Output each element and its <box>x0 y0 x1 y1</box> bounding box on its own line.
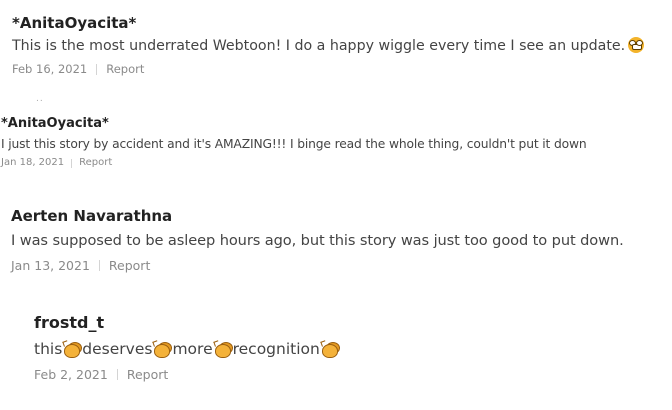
comment-word: deserves <box>82 340 153 359</box>
clapping-hands-icon <box>152 339 173 358</box>
meta-divider <box>71 158 73 168</box>
clapping-hands-icon <box>320 339 340 358</box>
comment-date: Feb 2, 2021 <box>34 366 108 382</box>
comment-meta: Jan 18, 2021 Report <box>1 157 669 169</box>
meta-divider <box>96 64 98 76</box>
comment-date: Feb 16, 2021 <box>12 62 88 77</box>
comment-meta: Feb 16, 2021 Report <box>12 62 664 77</box>
comment-text: this deserves more recognition <box>34 339 664 359</box>
report-link[interactable]: Report <box>109 258 150 273</box>
comment-author[interactable]: *AnitaOyacita* <box>12 14 664 32</box>
comment-item: frostd_t this deserves more recognition Feb… <box>34 313 664 382</box>
comment-item: *AnitaOyacita* I just this story by acci… <box>1 116 669 169</box>
separator-dots: .. <box>36 94 44 104</box>
comment-author[interactable]: Aerten Navarathna <box>11 207 669 225</box>
comment-date: Jan 18, 2021 <box>1 157 65 169</box>
comment-author[interactable]: frostd_t <box>34 313 664 332</box>
report-link[interactable]: Report <box>79 157 112 169</box>
comment-meta: Jan 13, 2021 Report <box>11 258 669 273</box>
comment-word: recognition <box>232 340 320 359</box>
comment-word: this <box>34 340 63 359</box>
comment-item: Aerten Navarathna I was supposed to be a… <box>11 207 669 273</box>
report-link[interactable]: Report <box>127 367 168 382</box>
report-link[interactable]: Report <box>106 62 144 77</box>
comment-date: Jan 13, 2021 <box>11 257 90 273</box>
comment-author[interactable]: *AnitaOyacita* <box>1 116 669 132</box>
clapping-hands-icon <box>62 339 83 358</box>
comment-word: more <box>172 340 213 359</box>
meta-divider <box>98 259 100 271</box>
comment-text-body: This is the most underrated Webtoon! I d… <box>12 38 626 54</box>
comment-meta: Feb 2, 2021 Report <box>34 367 664 382</box>
comment-text: I was supposed to be asleep hours ago, b… <box>11 232 624 249</box>
grimacing-face-icon <box>628 37 645 53</box>
comment-item: *AnitaOyacita* This is the most underrat… <box>12 14 664 77</box>
comment-text: I just this story by accident and it's A… <box>1 136 587 151</box>
comment-text: This is the most underrated Webtoon! I d… <box>12 37 664 55</box>
clapping-hands-icon <box>212 339 233 358</box>
meta-divider <box>116 368 118 380</box>
